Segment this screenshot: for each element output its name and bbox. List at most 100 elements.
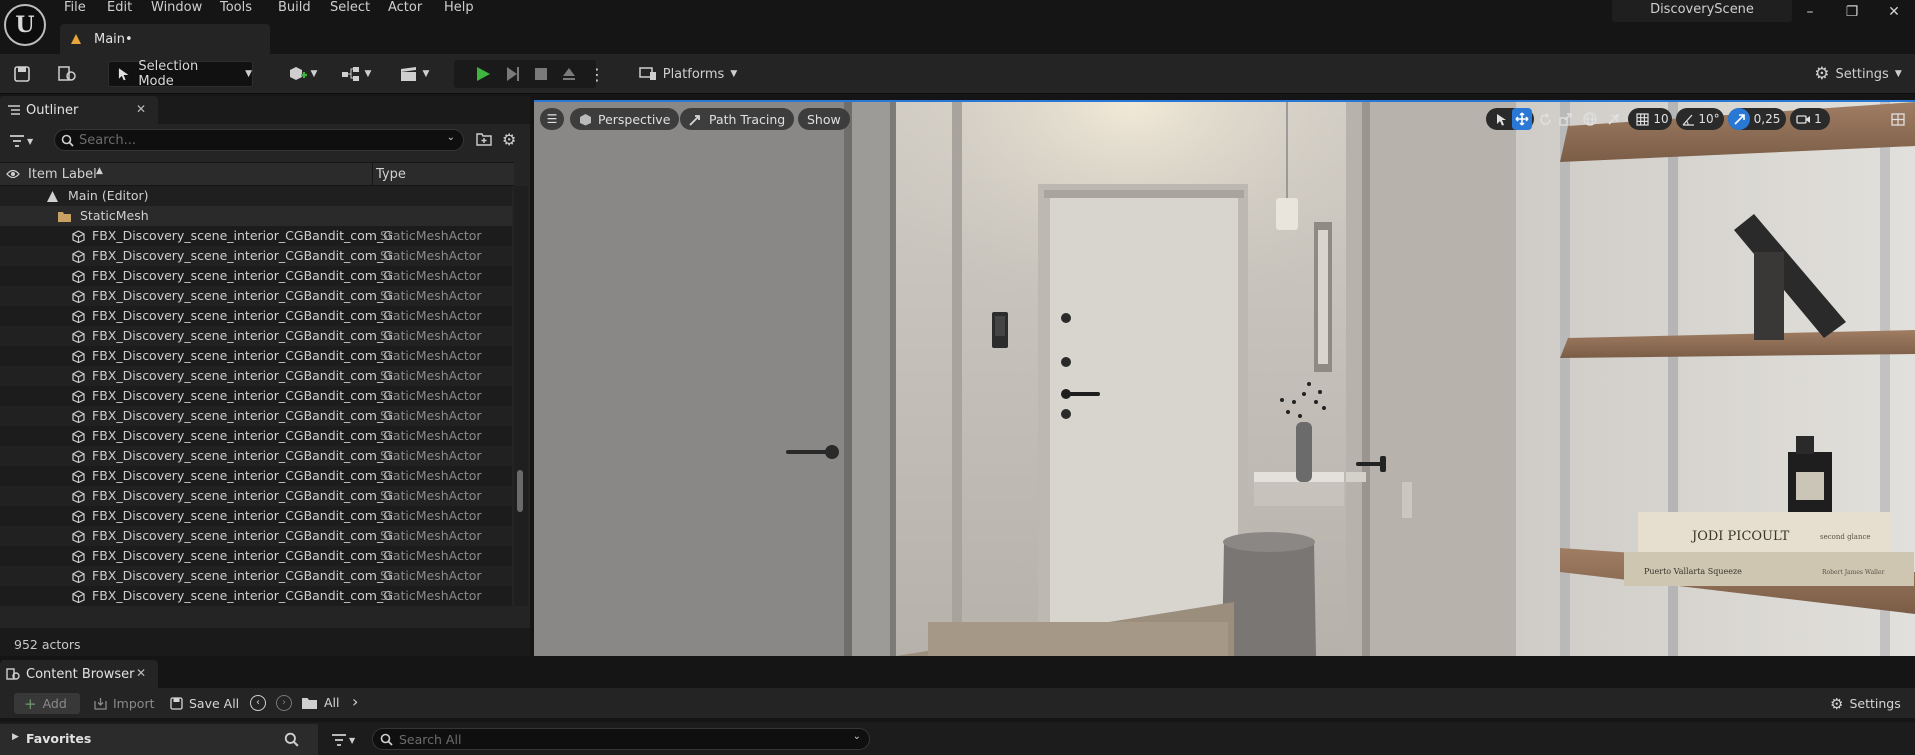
- favorites-section[interactable]: ▶ Favorites: [0, 724, 318, 755]
- column-item-label[interactable]: Item Label: [28, 167, 97, 182]
- tree-row-type: StaticMeshActor: [380, 548, 482, 563]
- tree-row[interactable]: FBX_Discovery_scene_interior_CGBandit_co…: [0, 506, 512, 526]
- menu-tools[interactable]: Tools: [220, 0, 252, 16]
- play-icon[interactable]: [472, 60, 494, 88]
- column-type[interactable]: Type: [376, 167, 406, 182]
- grid-snap-value[interactable]: 10: [1652, 108, 1670, 130]
- content-filter-button[interactable]: ▼: [332, 731, 366, 749]
- cinematics-button[interactable]: ▼: [394, 60, 434, 88]
- outliner-search-input[interactable]: Search... ⌄: [54, 129, 464, 151]
- scale-tool-icon[interactable]: [1556, 108, 1574, 130]
- tree-row[interactable]: FBX_Discovery_scene_interior_CGBandit_co…: [0, 226, 512, 246]
- tree-row[interactable]: FBX_Discovery_scene_interior_CGBandit_co…: [0, 306, 512, 326]
- visibility-eye-icon[interactable]: [6, 169, 20, 179]
- tree-row[interactable]: FBX_Discovery_scene_interior_CGBandit_co…: [0, 366, 512, 386]
- tree-row[interactable]: FBX_Discovery_scene_interior_CGBandit_co…: [0, 426, 512, 446]
- folder-icon[interactable]: [302, 697, 317, 709]
- move-tool-icon[interactable]: [1512, 108, 1532, 130]
- tree-row[interactable]: FBX_Discovery_scene_interior_CGBandit_co…: [0, 526, 512, 546]
- scale-snap-icon: [1728, 108, 1750, 130]
- tree-row[interactable]: FBX_Discovery_scene_interior_CGBandit_co…: [0, 266, 512, 286]
- minimize-icon[interactable]: –: [1801, 4, 1819, 20]
- static-mesh-icon: [72, 490, 85, 503]
- tree-row[interactable]: FBX_Discovery_scene_interior_CGBandit_co…: [0, 386, 512, 406]
- save-icon[interactable]: [10, 60, 34, 88]
- menu-edit[interactable]: Edit: [107, 0, 132, 16]
- close-icon[interactable]: ✕: [136, 102, 146, 116]
- column-divider[interactable]: [372, 163, 373, 187]
- import-button[interactable]: Import: [94, 693, 155, 714]
- add-button[interactable]: + Add: [14, 693, 80, 714]
- settings-dropdown[interactable]: ⚙ Settings ▼: [1808, 60, 1908, 88]
- tree-row[interactable]: FBX_Discovery_scene_interior_CGBandit_co…: [0, 246, 512, 266]
- tab-outliner[interactable]: Outliner ✕: [0, 96, 158, 124]
- content-settings-button[interactable]: ⚙ Settings: [1830, 693, 1901, 714]
- perspective-button[interactable]: Perspective: [570, 108, 680, 130]
- tree-row-label: FBX_Discovery_scene_interior_CGBandit_co…: [92, 268, 393, 283]
- tree-row[interactable]: FBX_Discovery_scene_interior_CGBandit_co…: [0, 566, 512, 586]
- menu-file[interactable]: File: [64, 0, 86, 16]
- eject-icon[interactable]: [558, 60, 580, 88]
- static-mesh-icon: [72, 350, 85, 363]
- view-mode-button[interactable]: Path Tracing: [680, 108, 795, 130]
- scale-snap-value[interactable]: 0,25: [1752, 108, 1782, 130]
- tree-row[interactable]: FBX_Discovery_scene_interior_CGBandit_co…: [0, 446, 512, 466]
- content-search-input[interactable]: Search All ⌄: [372, 728, 870, 750]
- tree-row-root[interactable]: Main (Editor): [0, 186, 512, 206]
- search-icon[interactable]: [284, 732, 299, 747]
- tree-row-folder[interactable]: StaticMesh: [0, 206, 512, 226]
- outliner-scrollbar-thumb[interactable]: [517, 470, 523, 512]
- level-viewport[interactable]: JODI PICOULT second glance Puerto Vallar…: [534, 100, 1915, 656]
- tab-content-browser[interactable]: Content Browser ✕: [0, 660, 158, 688]
- forward-arrow-icon[interactable]: ›: [276, 695, 292, 711]
- show-button[interactable]: Show: [798, 108, 850, 130]
- back-arrow-icon[interactable]: ‹: [250, 695, 266, 711]
- chevron-right-icon[interactable]: ›: [352, 692, 358, 711]
- world-space-icon[interactable]: [1580, 108, 1600, 130]
- blueprint-button[interactable]: ▼: [336, 60, 376, 88]
- close-window-icon[interactable]: ✕: [1885, 4, 1903, 20]
- menu-build[interactable]: Build: [278, 0, 311, 16]
- play-options-icon[interactable]: ⋮: [588, 60, 606, 88]
- filter-icon: [332, 734, 346, 746]
- close-icon[interactable]: ✕: [136, 666, 146, 680]
- tree-row[interactable]: FBX_Discovery_scene_interior_CGBandit_co…: [0, 486, 512, 506]
- tree-row[interactable]: FBX_Discovery_scene_interior_CGBandit_co…: [0, 466, 512, 486]
- platforms-dropdown[interactable]: Platforms ▼: [638, 60, 738, 88]
- tree-row[interactable]: FBX_Discovery_scene_interior_CGBandit_co…: [0, 346, 512, 366]
- stop-icon[interactable]: [530, 60, 552, 88]
- save-all-button[interactable]: Save All: [170, 693, 239, 714]
- tree-row[interactable]: FBX_Discovery_scene_interior_CGBandit_co…: [0, 546, 512, 566]
- gear-icon[interactable]: ⚙: [502, 130, 520, 149]
- selection-mode-dropdown[interactable]: Selection Mode ▼: [108, 59, 253, 89]
- layout-icon[interactable]: [1888, 108, 1908, 130]
- menu-actor[interactable]: Actor: [388, 0, 422, 16]
- restore-icon[interactable]: ❐: [1843, 4, 1861, 20]
- add-folder-icon[interactable]: [476, 132, 494, 148]
- camera-speed-value: 1: [1814, 112, 1822, 126]
- add-actor-button[interactable]: ▼: [282, 60, 322, 88]
- viewport-menu-button[interactable]: ☰: [540, 108, 564, 130]
- unreal-logo-icon[interactable]: U: [4, 4, 46, 46]
- tree-row[interactable]: FBX_Discovery_scene_interior_CGBandit_co…: [0, 586, 512, 606]
- tree-row-type: StaticMeshActor: [380, 508, 482, 523]
- menu-select[interactable]: Select: [330, 0, 370, 16]
- tree-row[interactable]: FBX_Discovery_scene_interior_CGBandit_co…: [0, 286, 512, 306]
- menu-window[interactable]: Window: [151, 0, 202, 16]
- content-browser-icon[interactable]: [54, 60, 80, 88]
- breadcrumb-all[interactable]: All: [324, 695, 340, 710]
- step-icon[interactable]: [502, 60, 524, 88]
- chevron-down-icon[interactable]: ⌄: [853, 731, 861, 742]
- menu-help[interactable]: Help: [444, 0, 474, 16]
- rotate-tool-icon[interactable]: [1536, 108, 1554, 130]
- tab-main-level[interactable]: Main•: [60, 24, 270, 54]
- chevron-down-icon[interactable]: ⌄: [447, 132, 455, 143]
- outliner-scrollbar[interactable]: [514, 186, 528, 606]
- filter-button[interactable]: ▼: [10, 132, 46, 150]
- surface-snap-icon[interactable]: [1604, 108, 1624, 130]
- tree-row[interactable]: FBX_Discovery_scene_interior_CGBandit_co…: [0, 406, 512, 426]
- tree-row[interactable]: FBX_Discovery_scene_interior_CGBandit_co…: [0, 326, 512, 346]
- rotation-snap-value[interactable]: 10°: [1698, 108, 1720, 130]
- sort-ascending-icon: ▲: [96, 166, 103, 176]
- select-tool-icon[interactable]: [1492, 108, 1510, 130]
